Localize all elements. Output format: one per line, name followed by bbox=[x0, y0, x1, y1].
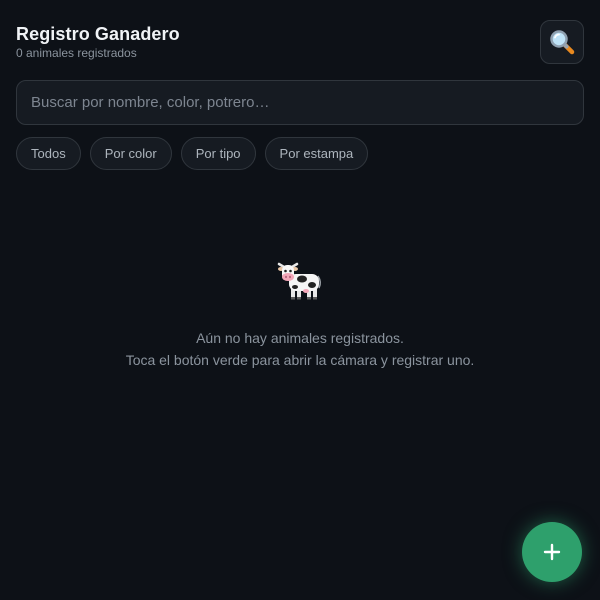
empty-message-primary: Aún no hay animales registrados. bbox=[196, 330, 404, 346]
filter-chip-por-tipo[interactable]: Por tipo bbox=[180, 137, 256, 170]
header: Registro Ganadero 0 animales registrados bbox=[16, 20, 584, 64]
filter-chip-por-color[interactable]: Por color bbox=[89, 137, 172, 170]
page-title: Registro Ganadero bbox=[16, 24, 180, 44]
empty-state: Aún no hay animales registrados. Toca el… bbox=[0, 256, 600, 371]
cow-icon bbox=[277, 262, 322, 300]
filter-chip-todos[interactable]: Todos bbox=[16, 137, 81, 170]
search-input[interactable] bbox=[16, 80, 584, 125]
filter-chips: Todos Por color Por tipo Por estampa bbox=[16, 137, 369, 170]
filter-chip-por-estampa[interactable]: Por estampa bbox=[264, 137, 369, 170]
add-animal-button[interactable] bbox=[522, 522, 582, 582]
app-root: Registro Ganadero 0 animales registrados… bbox=[0, 0, 600, 600]
animal-count: 0 animales registrados bbox=[16, 46, 137, 60]
empty-message-secondary: Toca el botón verde para abrir la cámara… bbox=[125, 352, 475, 368]
search-toggle-button[interactable] bbox=[540, 20, 584, 64]
plus-icon bbox=[543, 543, 561, 561]
magnifying-glass-icon bbox=[550, 30, 575, 55]
